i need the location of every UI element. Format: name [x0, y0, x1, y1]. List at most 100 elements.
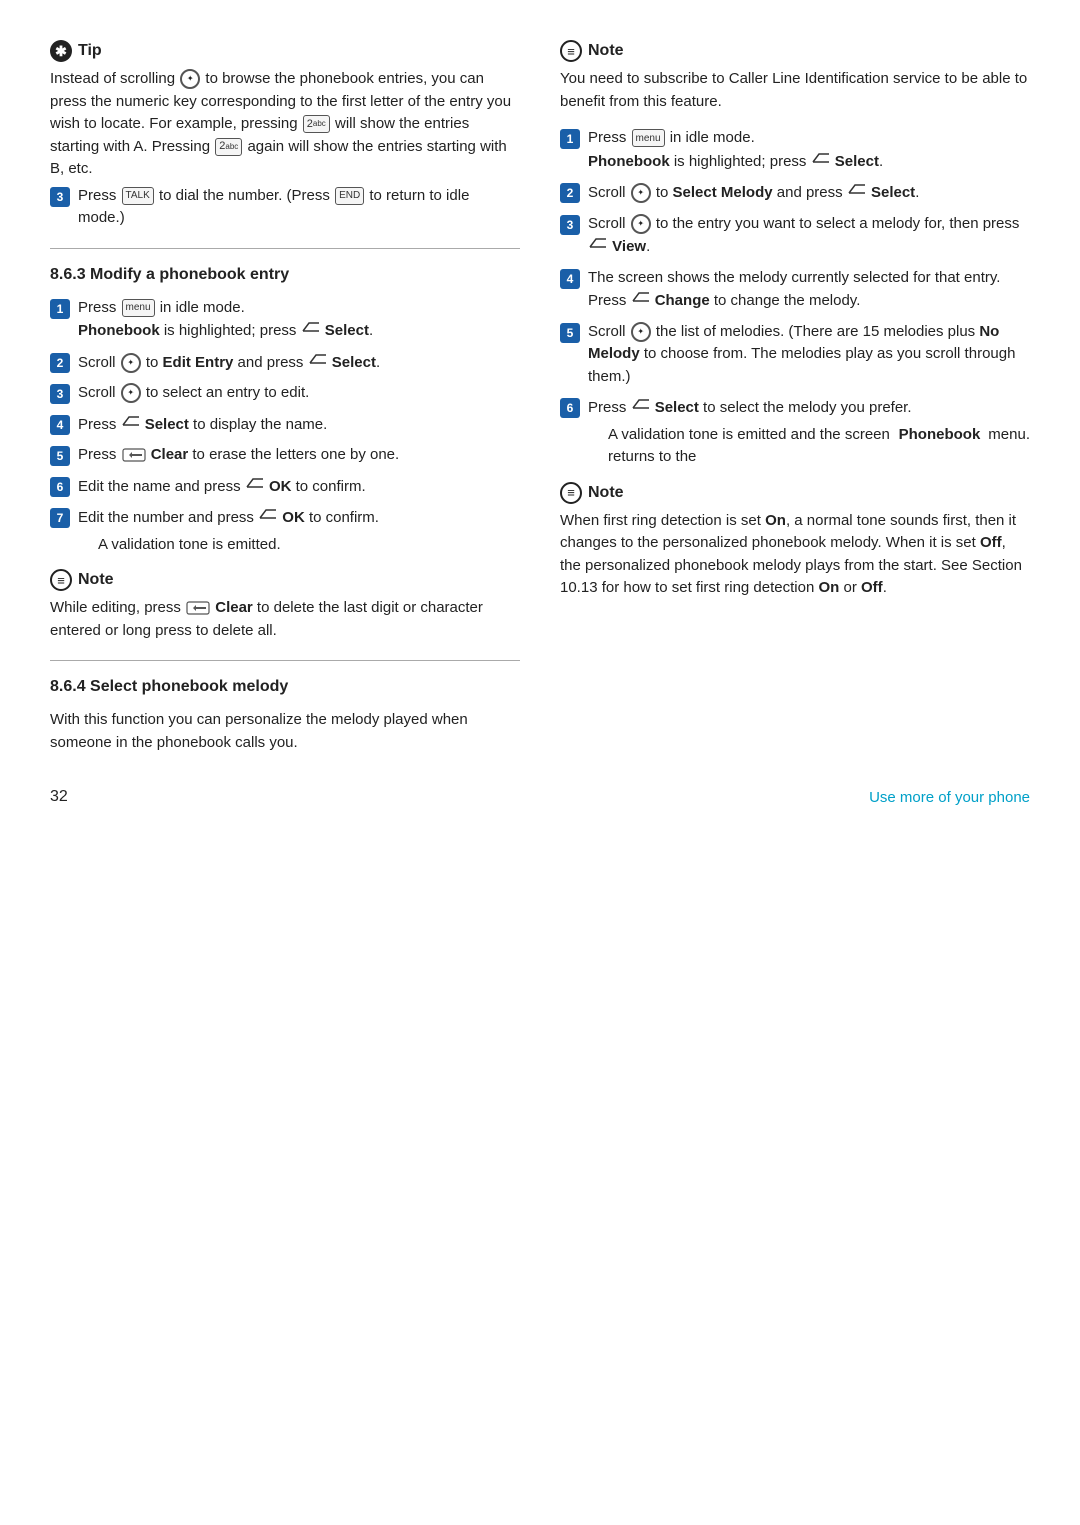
page-number: 32 [50, 788, 68, 806]
right-badge-5: 5 [560, 323, 580, 343]
softkey-icon-2 [308, 351, 328, 367]
tip-step-3-content: Press TALK to dial the number. (Press EN… [78, 185, 520, 230]
softkey-icon-r3 [588, 235, 608, 251]
step-863-3: 3 Scroll to select an entry to edit. [50, 382, 520, 405]
badge-863-7: 7 [50, 508, 70, 528]
note-editing-label: Note [78, 571, 114, 589]
scroll-icon [180, 69, 200, 89]
softkey-icon-1 [301, 319, 321, 335]
softkey-icon-7 [258, 506, 278, 522]
note-ring: ≡ Note When first ring detection is set … [560, 482, 1030, 600]
step-863-7: 7 Edit the number and press OK to confir… [50, 506, 520, 559]
scroll-icon-r3 [631, 214, 651, 234]
softkey-icon-r2 [847, 181, 867, 197]
divider-2 [50, 660, 520, 661]
right-step-6: 6 Press Select to select the melody you … [560, 396, 1030, 472]
right-badge-3: 3 [560, 215, 580, 235]
tip-box: ✱ Tip Instead of scrolling to browse the… [50, 40, 520, 230]
note-ring-header: ≡ Note [560, 482, 1030, 504]
softkey-icon-r4 [631, 289, 651, 305]
tip-header: ✱ Tip [50, 40, 520, 62]
right-step-1: 1 Press menu in idle mode. Phonebook is … [560, 127, 1030, 173]
step-863-2-content: Scroll to Edit Entry and press Select. [78, 351, 520, 375]
left-column: ✱ Tip Instead of scrolling to browse the… [50, 40, 520, 758]
page-content: ✱ Tip Instead of scrolling to browse the… [50, 40, 1030, 758]
tip-icon: ✱ [50, 40, 72, 62]
tip-label: Tip [78, 42, 102, 60]
key-2-icon: 2abc [303, 115, 330, 133]
scroll-icon-2 [121, 353, 141, 373]
badge-863-5: 5 [50, 446, 70, 466]
step-863-6-content: Edit the name and press OK to confirm. [78, 475, 520, 499]
scroll-icon-r2 [631, 183, 651, 203]
end-key-icon: END [335, 187, 364, 205]
section-863-steps: 1 Press menu in idle mode. Phonebook is … [50, 297, 520, 560]
clear-icon-note [186, 600, 210, 616]
right-steps: 1 Press menu in idle mode. Phonebook is … [560, 127, 1030, 472]
note-caller-icon: ≡ [560, 40, 582, 62]
step-863-5: 5 Press Clear to erase the letters one b… [50, 444, 520, 467]
right-step-3: 3 Scroll to the entry you want to select… [560, 213, 1030, 259]
note-caller-body: You need to subscribe to Caller Line Ide… [560, 68, 1030, 113]
note-editing: ≡ Note While editing, press Clear to del… [50, 569, 520, 642]
clear-key-icon [122, 447, 146, 463]
right-step-4: 4 The screen shows the melody currently … [560, 267, 1030, 313]
step-863-1-content: Press menu in idle mode. Phonebook is hi… [78, 297, 520, 343]
step-863-4: 4 Press Select to display the name. [50, 413, 520, 437]
right-badge-4: 4 [560, 269, 580, 289]
scroll-icon-3 [121, 383, 141, 403]
right-step-5-content: Scroll the list of melodies. (There are … [588, 321, 1030, 389]
key-2b-icon: 2abc [215, 138, 242, 156]
right-step-6-bullets: A validation tone is emitted and the scr… [588, 424, 1030, 469]
step-badge-3: 3 [50, 187, 70, 207]
softkey-icon-r1 [811, 150, 831, 166]
right-step-6-content: Press Select to select the melody you pr… [588, 396, 1030, 472]
page-footer: 32 Use more of your phone [50, 788, 1030, 806]
note-ring-label: Note [588, 484, 624, 502]
softkey-icon-6 [245, 475, 265, 491]
right-column: ≡ Note You need to subscribe to Caller L… [560, 40, 1030, 758]
right-step-2: 2 Scroll to Select Melody and press Sele… [560, 181, 1030, 205]
note-caller: ≡ Note You need to subscribe to Caller L… [560, 40, 1030, 113]
divider-1 [50, 248, 520, 249]
right-step-4-content: The screen shows the melody currently se… [588, 267, 1030, 313]
badge-863-2: 2 [50, 353, 70, 373]
note-editing-icon: ≡ [50, 569, 72, 591]
badge-863-3: 3 [50, 384, 70, 404]
step-863-7-content: Edit the number and press OK to confirm.… [78, 506, 520, 559]
tip-step-3: 3 Press TALK to dial the number. (Press … [50, 185, 520, 230]
note-editing-header: ≡ Note [50, 569, 520, 591]
right-step-6-bullet-1: A validation tone is emitted and the scr… [608, 424, 1030, 469]
scroll-icon-r5 [631, 322, 651, 342]
section-863-title: 8.6.3 Modify a phonebook entry [50, 263, 520, 287]
softkey-icon-r6 [631, 396, 651, 412]
note-caller-label: Note [588, 42, 624, 60]
section-863: 8.6.3 Modify a phonebook entry 1 Press m… [50, 263, 520, 560]
menu-key-r1: menu [632, 129, 665, 147]
softkey-icon-4 [121, 413, 141, 429]
right-badge-1: 1 [560, 129, 580, 149]
right-step-1-content: Press menu in idle mode. Phonebook is hi… [588, 127, 1030, 173]
note-ring-icon: ≡ [560, 482, 582, 504]
step-863-1: 1 Press menu in idle mode. Phonebook is … [50, 297, 520, 343]
section-864-title: 8.6.4 Select phonebook melody [50, 675, 520, 699]
tip-steps: 3 Press TALK to dial the number. (Press … [50, 185, 520, 230]
step-863-6: 6 Edit the name and press OK to confirm. [50, 475, 520, 499]
right-step-5: 5 Scroll the list of melodies. (There ar… [560, 321, 1030, 389]
step-863-7-bullet-1: A validation tone is emitted. [98, 534, 520, 557]
note-ring-body: When first ring detection is set On, a n… [560, 510, 1030, 600]
talk-key-icon: TALK [122, 187, 154, 205]
step-863-7-bullets: A validation tone is emitted. [78, 534, 520, 557]
note-caller-header: ≡ Note [560, 40, 1030, 62]
step-863-2: 2 Scroll to Edit Entry and press Select. [50, 351, 520, 375]
step-863-3-content: Scroll to select an entry to edit. [78, 382, 520, 405]
right-badge-6: 6 [560, 398, 580, 418]
note-editing-body: While editing, press Clear to delete the… [50, 597, 520, 642]
tip-body: Instead of scrolling to browse the phone… [50, 68, 520, 181]
step-863-5-content: Press Clear to erase the letters one by … [78, 444, 520, 467]
right-badge-2: 2 [560, 183, 580, 203]
step-863-4-content: Press Select to display the name. [78, 413, 520, 437]
right-step-3-content: Scroll to the entry you want to select a… [588, 213, 1030, 259]
badge-863-6: 6 [50, 477, 70, 497]
footer-tagline: Use more of your phone [869, 789, 1030, 806]
